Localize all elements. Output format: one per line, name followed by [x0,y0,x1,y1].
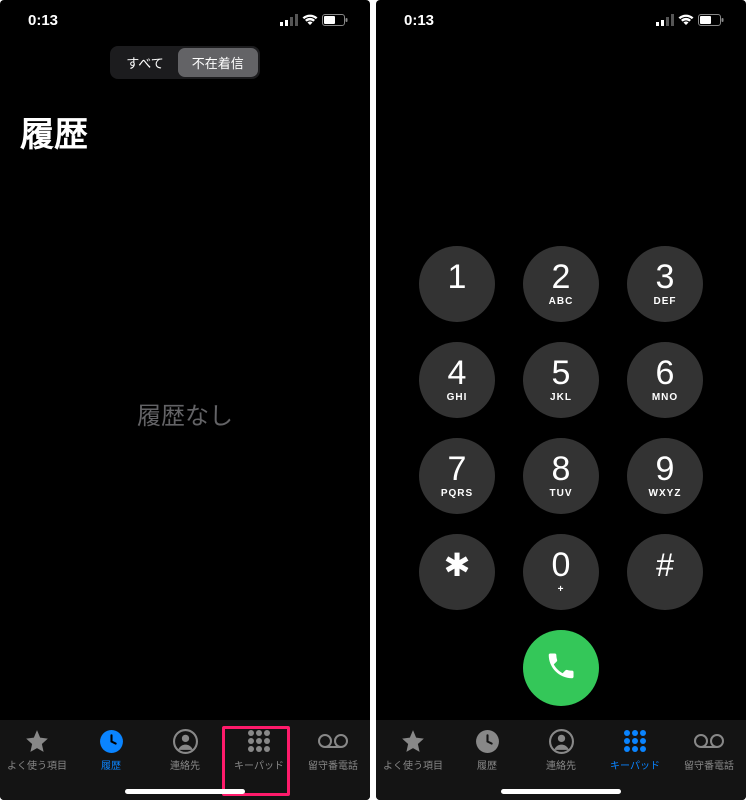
key-hash[interactable]: # [627,534,703,610]
status-time: 0:13 [28,12,58,29]
annotation-highlight [222,726,290,796]
key-8[interactable]: 8TUV [523,438,599,514]
status-bar: 0:13 [376,0,746,40]
keypad-grid: 1 2ABC 3DEF 4GHI 5JKL 6MNO 7PQRS 8TUV 9W… [376,246,746,610]
tab-favorites[interactable]: よく使う項目 [3,728,71,772]
empty-state: 履歴なし [0,166,370,720]
tab-contacts[interactable]: 連絡先 [151,728,219,772]
voicemail-icon [318,728,348,754]
call-button[interactable] [523,630,599,706]
keypad-icon [624,728,646,754]
key-2[interactable]: 2ABC [523,246,599,322]
star-icon [400,728,426,754]
key-6[interactable]: 6MNO [627,342,703,418]
key-3[interactable]: 3DEF [627,246,703,322]
tab-bar: よく使う項目 履歴 連絡先 キーパッド 留守番電話 [0,720,370,800]
home-indicator[interactable] [501,789,621,794]
status-indicators [656,14,724,26]
key-7[interactable]: 7PQRS [419,438,495,514]
person-icon [549,728,574,754]
status-indicators [280,14,348,26]
filter-segment: すべて 不在着信 [0,46,370,79]
battery-icon [322,14,348,26]
key-0[interactable]: 0+ [523,534,599,610]
tab-contacts[interactable]: 連絡先 [527,728,595,772]
recents-screen: 0:13 すべて 不在着信 履歴 履歴なし よく使う項目 履歴 連絡先 キーパッ… [0,0,370,800]
voicemail-icon [694,728,724,754]
status-bar: 0:13 [0,0,370,40]
battery-icon [698,14,724,26]
key-star[interactable]: ✱ [419,534,495,610]
tab-keypad[interactable]: キーパッド [601,728,669,772]
seg-all[interactable]: すべて [112,48,178,77]
signal-icon [280,14,298,26]
keypad-screen: 0:13 1 2ABC 3DEF 4GHI 5JKL 6MNO 7PQRS 8T… [376,0,746,800]
key-5[interactable]: 5JKL [523,342,599,418]
phone-icon [545,650,577,687]
tab-favorites[interactable]: よく使う項目 [379,728,447,772]
key-1[interactable]: 1 [419,246,495,322]
wifi-icon [678,14,694,26]
tab-voicemail[interactable]: 留守番電話 [675,728,743,772]
keypad-area: 1 2ABC 3DEF 4GHI 5JKL 6MNO 7PQRS 8TUV 9W… [376,40,746,720]
wifi-icon [302,14,318,26]
home-indicator[interactable] [125,789,245,794]
page-title: 履歴 [0,79,370,166]
tab-bar: よく使う項目 履歴 連絡先 キーパッド 留守番電話 [376,720,746,800]
tab-recents[interactable]: 履歴 [77,728,145,772]
status-time: 0:13 [404,12,434,29]
key-9[interactable]: 9WXYZ [627,438,703,514]
person-icon [173,728,198,754]
key-4[interactable]: 4GHI [419,342,495,418]
tab-recents[interactable]: 履歴 [453,728,521,772]
tab-voicemail[interactable]: 留守番電話 [299,728,367,772]
star-icon [24,728,50,754]
signal-icon [656,14,674,26]
clock-icon [475,728,500,754]
clock-icon [99,728,124,754]
seg-missed[interactable]: 不在着信 [178,48,258,77]
